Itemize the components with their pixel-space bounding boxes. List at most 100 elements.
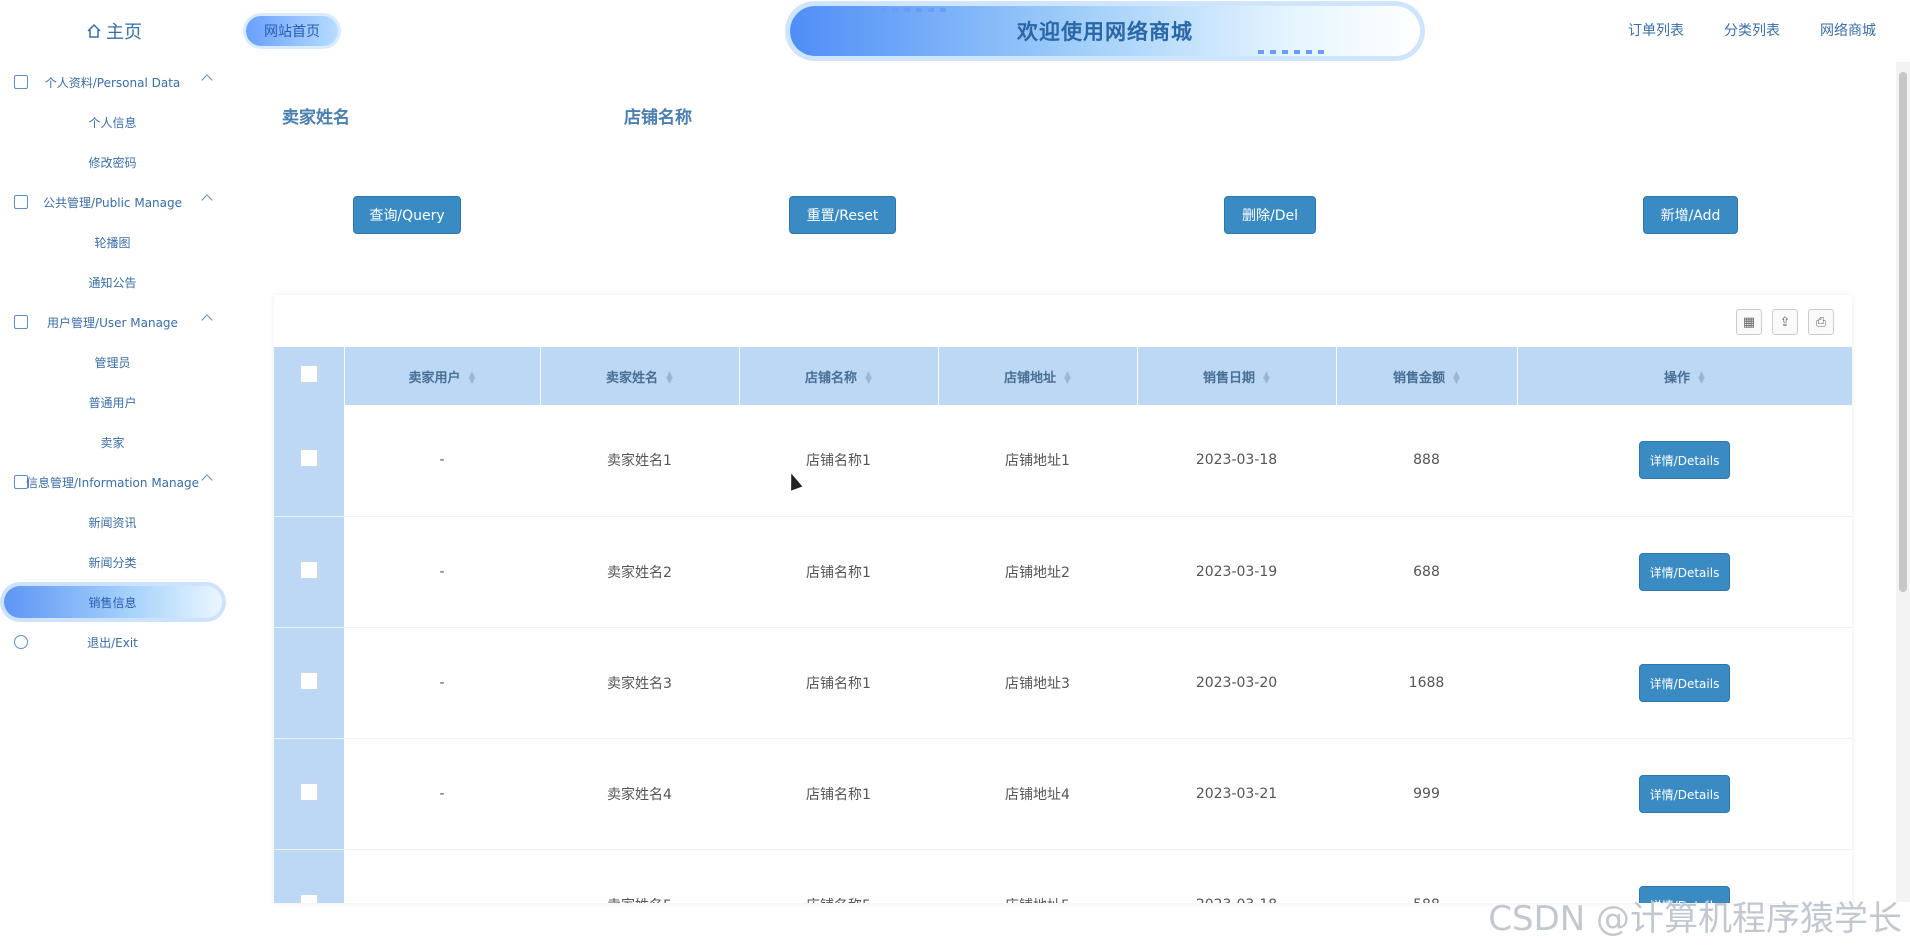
sidebar-group-public[interactable]: 公共管理/Public Manage <box>0 182 225 222</box>
col-shop-name[interactable]: 店铺名称 ▲ ▼ <box>739 347 939 405</box>
cell-seller-user: - <box>344 738 540 850</box>
sidebar-exit[interactable]: 退出/Exit <box>0 622 225 662</box>
col-shop-address[interactable]: 店铺地址 ▲ ▼ <box>938 347 1138 405</box>
sidebar-item-news[interactable]: 新闻资讯 <box>0 502 225 542</box>
sort-icon: ▲ ▼ <box>468 370 476 386</box>
sidebar-item-news-category[interactable]: 新闻分类 <box>0 542 225 582</box>
row-checkbox[interactable] <box>300 782 318 801</box>
details-button[interactable]: 详情/Details <box>1638 552 1731 591</box>
item-label: 个人信息 <box>88 115 137 130</box>
cell-seller-user: - <box>344 849 540 903</box>
cell-shop-name: 店铺名称1 <box>739 627 938 739</box>
row-checkbox[interactable] <box>300 560 318 579</box>
row-select-cell <box>274 516 344 628</box>
add-button[interactable]: 新增/Add <box>1643 196 1738 234</box>
table-row: - 卖家姓名4 店铺名称1 店铺地址4 2023-03-21 999 详情/De… <box>274 738 1852 850</box>
sidebar-item-carousel[interactable]: 轮播图 <box>0 222 225 262</box>
item-label: 卖家 <box>100 435 125 450</box>
page: 主页 网站首页 欢迎使用网络商城 订单列表 分类列表 网络商城 个人资料/Per… <box>0 0 1910 946</box>
details-button[interactable]: 详情/Details <box>1638 441 1731 480</box>
banner-dots-bottom <box>1258 50 1330 54</box>
cell-sale-date: 2023-03-18 <box>1137 849 1336 903</box>
title-banner: 欢迎使用网络商城 <box>790 6 1420 56</box>
col-label: 卖家用户 <box>408 370 461 386</box>
col-sale-amount[interactable]: 销售金额 ▲ ▼ <box>1336 347 1518 405</box>
group-label: 公共管理/Public Manage <box>42 195 183 210</box>
seller-name-label: 卖家姓名 <box>282 108 350 128</box>
sidebar-item-profile[interactable]: 个人信息 <box>0 102 225 142</box>
cell-seller-name: 卖家姓名1 <box>540 405 739 517</box>
print-icon[interactable]: ⎙ <box>1808 309 1834 335</box>
columns-icon[interactable]: ▦ <box>1736 309 1762 335</box>
sidebar-item-password[interactable]: 修改密码 <box>0 142 225 182</box>
cell-actions: 详情/Details <box>1517 738 1852 850</box>
table-toolbar: ▦ ⇪ ⎙ <box>1736 309 1834 335</box>
sidebar-group-users[interactable]: 用户管理/User Manage <box>0 302 225 342</box>
cell-shop-name: 店铺名称1 <box>739 405 938 517</box>
banner-dots-top <box>880 8 952 12</box>
home-icon <box>86 23 102 39</box>
item-label: 普通用户 <box>88 395 137 410</box>
cell-shop-name: 店铺名称5 <box>739 849 938 903</box>
cell-shop-name: 店铺名称1 <box>739 516 938 628</box>
col-seller-name[interactable]: 卖家姓名 ▲ ▼ <box>540 347 740 405</box>
home-label: 主页 <box>106 22 142 43</box>
col-actions[interactable]: 操作 ▲ ▼ <box>1517 347 1852 405</box>
row-select-cell <box>274 627 344 739</box>
scrollbar-thumb[interactable] <box>1899 72 1907 592</box>
item-label: 新闻资讯 <box>88 515 137 530</box>
sidebar-item-admin[interactable]: 管理员 <box>0 342 225 382</box>
sidebar-group-info[interactable]: 信息管理/Information Manage <box>0 462 225 502</box>
col-seller-user[interactable]: 卖家用户 ▲ ▼ <box>344 347 541 405</box>
row-select-cell <box>274 405 344 517</box>
sidebar-item-normal-user[interactable]: 普通用户 <box>0 382 225 422</box>
table-row: - 卖家姓名2 店铺名称1 店铺地址2 2023-03-19 688 详情/De… <box>274 516 1852 628</box>
query-button[interactable]: 查询/Query <box>353 196 461 234</box>
col-label: 卖家姓名 <box>606 370 659 386</box>
row-checkbox[interactable] <box>300 671 318 690</box>
item-label: 轮播图 <box>94 235 131 250</box>
col-label: 店铺名称 <box>805 370 858 386</box>
row-checkbox[interactable] <box>300 893 318 903</box>
sidebar-item-seller[interactable]: 卖家 <box>0 422 225 462</box>
export-icon[interactable]: ⇪ <box>1772 309 1798 335</box>
cell-sale-amount: 688 <box>1336 516 1517 628</box>
sidebar-group-personal[interactable]: 个人资料/Personal Data <box>0 62 225 102</box>
nav-online-mall[interactable]: 网络商城 <box>1820 20 1876 40</box>
details-button[interactable]: 详情/Details <box>1638 774 1731 813</box>
nav-category-list[interactable]: 分类列表 <box>1724 20 1780 40</box>
table-row: - 卖家姓名3 店铺名称1 店铺地址3 2023-03-20 1688 详情/D… <box>274 627 1852 739</box>
delete-button[interactable]: 删除/Del <box>1224 196 1316 234</box>
item-label: 销售信息 <box>88 595 137 610</box>
sort-icon: ▲ ▼ <box>1698 370 1705 386</box>
item-label: 新闻分类 <box>88 555 137 570</box>
cell-seller-user: - <box>344 627 540 739</box>
sidebar-item-notice[interactable]: 通知公告 <box>0 262 225 302</box>
page-scrollbar[interactable] <box>1896 62 1910 902</box>
col-label: 店铺地址 <box>1004 370 1057 386</box>
cell-seller-name: 卖家姓名2 <box>540 516 739 628</box>
col-sale-date[interactable]: 销售日期 ▲ ▼ <box>1137 347 1337 405</box>
cell-actions: 详情/Details <box>1517 516 1852 628</box>
row-checkbox[interactable] <box>300 449 318 468</box>
reset-button[interactable]: 重置/Reset <box>789 196 896 234</box>
row-select-cell <box>274 849 344 903</box>
select-all-cell <box>274 347 345 405</box>
select-all-checkbox[interactable] <box>299 365 318 383</box>
group-label: 个人资料/Personal Data <box>44 75 181 90</box>
sidebar: 个人资料/Personal Data 个人信息 修改密码 公共管理/Public… <box>0 62 225 662</box>
cell-sale-amount: 1688 <box>1336 627 1517 739</box>
col-label: 操作 <box>1664 370 1691 386</box>
home-link[interactable]: 主页 <box>86 18 142 44</box>
row-select-cell <box>274 738 344 850</box>
site-home-button[interactable]: 网站首页 <box>246 16 338 46</box>
nav-order-list[interactable]: 订单列表 <box>1628 20 1684 40</box>
cell-shop-address: 店铺地址3 <box>938 627 1137 739</box>
table-header-row: 卖家用户 ▲ ▼ 卖家姓名 ▲ ▼ 店铺名称 ▲ ▼ 店铺地址 ▲ ▼ 销售日期 ▲ ▼ 销售金额 ▲… <box>274 347 1852 405</box>
cell-sale-date: 2023-03-20 <box>1137 627 1336 739</box>
group-label: 用户管理/User Manage <box>47 315 178 330</box>
sidebar-item-sales[interactable]: 销售信息 <box>0 582 225 622</box>
cell-shop-address: 店铺地址2 <box>938 516 1137 628</box>
details-button[interactable]: 详情/Details <box>1638 663 1731 702</box>
sort-icon: ▲ ▼ <box>865 370 872 386</box>
